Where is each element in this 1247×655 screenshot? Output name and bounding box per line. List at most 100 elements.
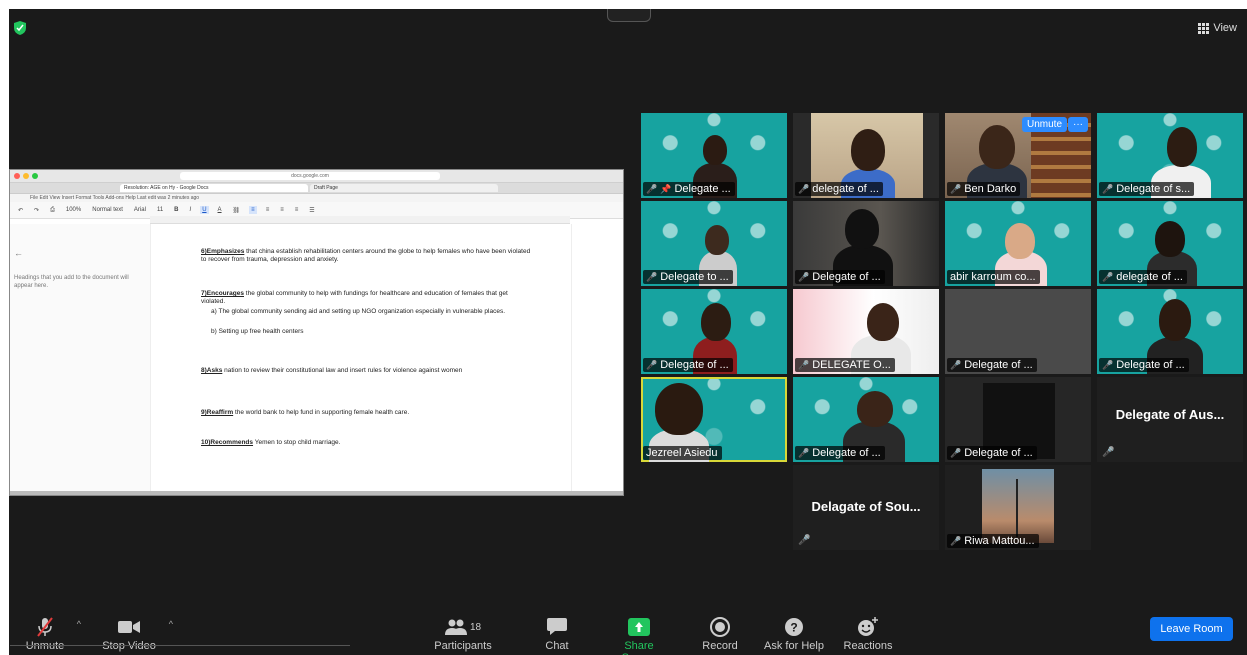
video-tile[interactable]: 🎤 DELEGATE O...	[793, 289, 939, 374]
participant-name: Delegate of Aus...	[1115, 407, 1225, 422]
ask-for-help-label: Ask for Help	[764, 640, 824, 652]
address-bar[interactable]: docs.google.com	[180, 172, 440, 180]
font-size-select[interactable]: 11	[155, 206, 165, 214]
document-page[interactable]: 6)Emphasizes that china establish rehabi…	[150, 224, 572, 495]
participant-name: Riwa Mattou...	[964, 535, 1035, 547]
meeting-controls-bar: Unmute ^ Stop Video ^ 18 Participants Ch…	[9, 601, 1247, 655]
zoom-select[interactable]: 100%	[64, 206, 83, 214]
video-tile[interactable]: 🎤 delegate of ...	[1097, 201, 1243, 286]
video-tile[interactable]: 🎤 Delegate of s...	[1097, 113, 1243, 198]
security-shield-icon[interactable]	[14, 21, 26, 35]
record-button[interactable]: Record	[702, 617, 738, 652]
participants-icon	[444, 619, 467, 635]
mic-off-icon: 🎤	[646, 184, 658, 194]
participant-count: 18	[469, 621, 482, 633]
text-color-button[interactable]: A	[216, 206, 224, 214]
browser-chrome: docs.google.com	[10, 170, 623, 183]
video-tile[interactable]: 🎤 Riwa Mattou...	[945, 465, 1091, 550]
chat-button[interactable]: Chat	[542, 617, 572, 652]
video-tile[interactable]: 🎤 📌 Delegate ...	[641, 113, 787, 198]
participants-label: Participants	[434, 640, 492, 652]
undo-icon[interactable]: ↶	[16, 206, 25, 215]
align-center-icon[interactable]: ≡	[264, 206, 272, 214]
participant-name: Delegate of ...	[964, 359, 1033, 371]
participant-name: Jezreel Asiedu	[646, 447, 718, 459]
leave-room-button[interactable]: Leave Room	[1150, 617, 1233, 641]
participant-name: delegate of ...	[1116, 271, 1183, 283]
participant-name: delegate of ...	[812, 183, 879, 195]
pin-icon: 📌	[660, 184, 672, 194]
doc-paragraph: 8)Asks nation to review their constituti…	[201, 367, 463, 374]
print-icon[interactable]: ⎙	[48, 206, 57, 215]
grid-view-icon	[1198, 22, 1210, 34]
docs-ruler[interactable]	[150, 216, 570, 224]
unmute-button[interactable]: Unmute ^	[23, 617, 81, 652]
mic-off-icon: 🎤	[1102, 360, 1114, 370]
outline-hint: Headings that you add to the document wi…	[14, 275, 129, 289]
reactions-smiley-icon	[858, 617, 878, 636]
bold-button[interactable]: B	[172, 206, 180, 214]
reactions-label: Reactions	[843, 640, 893, 652]
list-icon[interactable]: ☰	[307, 206, 316, 215]
video-tile[interactable]: 🎤 Delegate of ...	[793, 201, 939, 286]
redo-icon[interactable]: ↷	[32, 206, 41, 215]
mic-muted-icon	[37, 617, 53, 637]
justify-icon[interactable]: ≡	[293, 206, 301, 214]
video-tile-no-video[interactable]: Delegate of Aus... 🎤	[1097, 377, 1243, 462]
mic-off-icon: 🎤	[1102, 272, 1114, 282]
help-question-icon: ?	[785, 618, 803, 636]
ask-for-help-button[interactable]: ? Ask for Help	[762, 617, 826, 652]
video-tile[interactable]: 🎤 delegate of ...	[793, 113, 939, 198]
italic-button[interactable]: I	[188, 206, 194, 214]
video-tile[interactable]: 🎤 Delegate of ...	[945, 289, 1091, 374]
participant-name: Delegate of ...	[1116, 359, 1185, 371]
video-tile[interactable]: 🎤 Delegate of ...	[1097, 289, 1243, 374]
video-tile[interactable]: 🎤 Delegate of ...	[641, 289, 787, 374]
video-tile[interactable]: 🎤 Delegate of ...	[793, 377, 939, 462]
link-icon[interactable]: ⛓	[231, 206, 243, 215]
audio-options-caret-icon[interactable]: ^	[77, 619, 81, 629]
participant-name: Delegate of ...	[812, 447, 881, 459]
participants-button[interactable]: 18 Participants	[433, 617, 493, 652]
video-tile-active-speaker[interactable]: Jezreel Asiedu	[641, 377, 787, 462]
browser-tab-draft[interactable]: Draft Page	[310, 184, 498, 192]
video-tile-no-video[interactable]: Delagate of Sou... 🎤	[793, 465, 939, 550]
back-arrow-icon[interactable]: ←	[14, 248, 23, 258]
top-notch[interactable]	[607, 9, 651, 22]
mic-off-icon: 🎤	[646, 272, 658, 282]
zoom-meeting-window: View docs.google.com Resolution: AGE on …	[9, 9, 1247, 655]
doc-paragraph: 9)Reaffirm the world bank to help fund i…	[201, 409, 410, 416]
stop-video-button[interactable]: Stop Video ^	[101, 617, 173, 652]
video-tile[interactable]: 🎤 Delegate to ...	[641, 201, 787, 286]
align-left-icon[interactable]: ≡	[249, 206, 257, 214]
style-select[interactable]: Normal text	[90, 206, 125, 214]
video-tile[interactable]: Unmute ··· 🎤 Ben Darko	[945, 113, 1091, 198]
maximize-dot-icon[interactable]	[32, 173, 38, 179]
video-tile[interactable]: abir karroum co...	[945, 201, 1091, 286]
svg-text:?: ?	[790, 621, 797, 635]
participant-name: Delegate ...	[674, 183, 731, 195]
share-screen-button[interactable]: Share Screen	[606, 617, 672, 655]
reactions-button[interactable]: Reactions	[841, 617, 895, 652]
mic-off-icon: 🎤	[798, 360, 810, 370]
participant-name: Delegate of s...	[1116, 183, 1191, 195]
horizontal-scrollbar[interactable]	[10, 491, 623, 495]
align-right-icon[interactable]: ≡	[278, 206, 286, 214]
chat-label: Chat	[545, 640, 569, 652]
minimize-dot-icon[interactable]	[23, 173, 29, 179]
close-dot-icon[interactable]	[14, 173, 20, 179]
video-tile[interactable]: 🎤 Delegate of ...	[945, 377, 1091, 462]
shared-screen-document[interactable]: docs.google.com Resolution: AGE on Hy - …	[9, 169, 624, 496]
docs-menubar[interactable]: File Edit View Insert Format Tools Add-o…	[10, 194, 623, 202]
unmute-participant-button[interactable]: Unmute	[1021, 117, 1067, 132]
browser-tab-doc[interactable]: Resolution: AGE on Hy - Google Docs	[120, 184, 308, 192]
more-options-button[interactable]: ···	[1068, 117, 1088, 132]
font-select[interactable]: Arial	[132, 206, 148, 214]
view-label: View	[1213, 22, 1237, 34]
underline-button[interactable]: U	[200, 206, 209, 214]
participant-name: DELEGATE O...	[812, 359, 891, 371]
video-options-caret-icon[interactable]: ^	[169, 619, 173, 629]
chat-icon	[547, 618, 567, 635]
view-button[interactable]: View	[1198, 22, 1237, 34]
mic-off-icon: 🎤	[798, 184, 810, 194]
